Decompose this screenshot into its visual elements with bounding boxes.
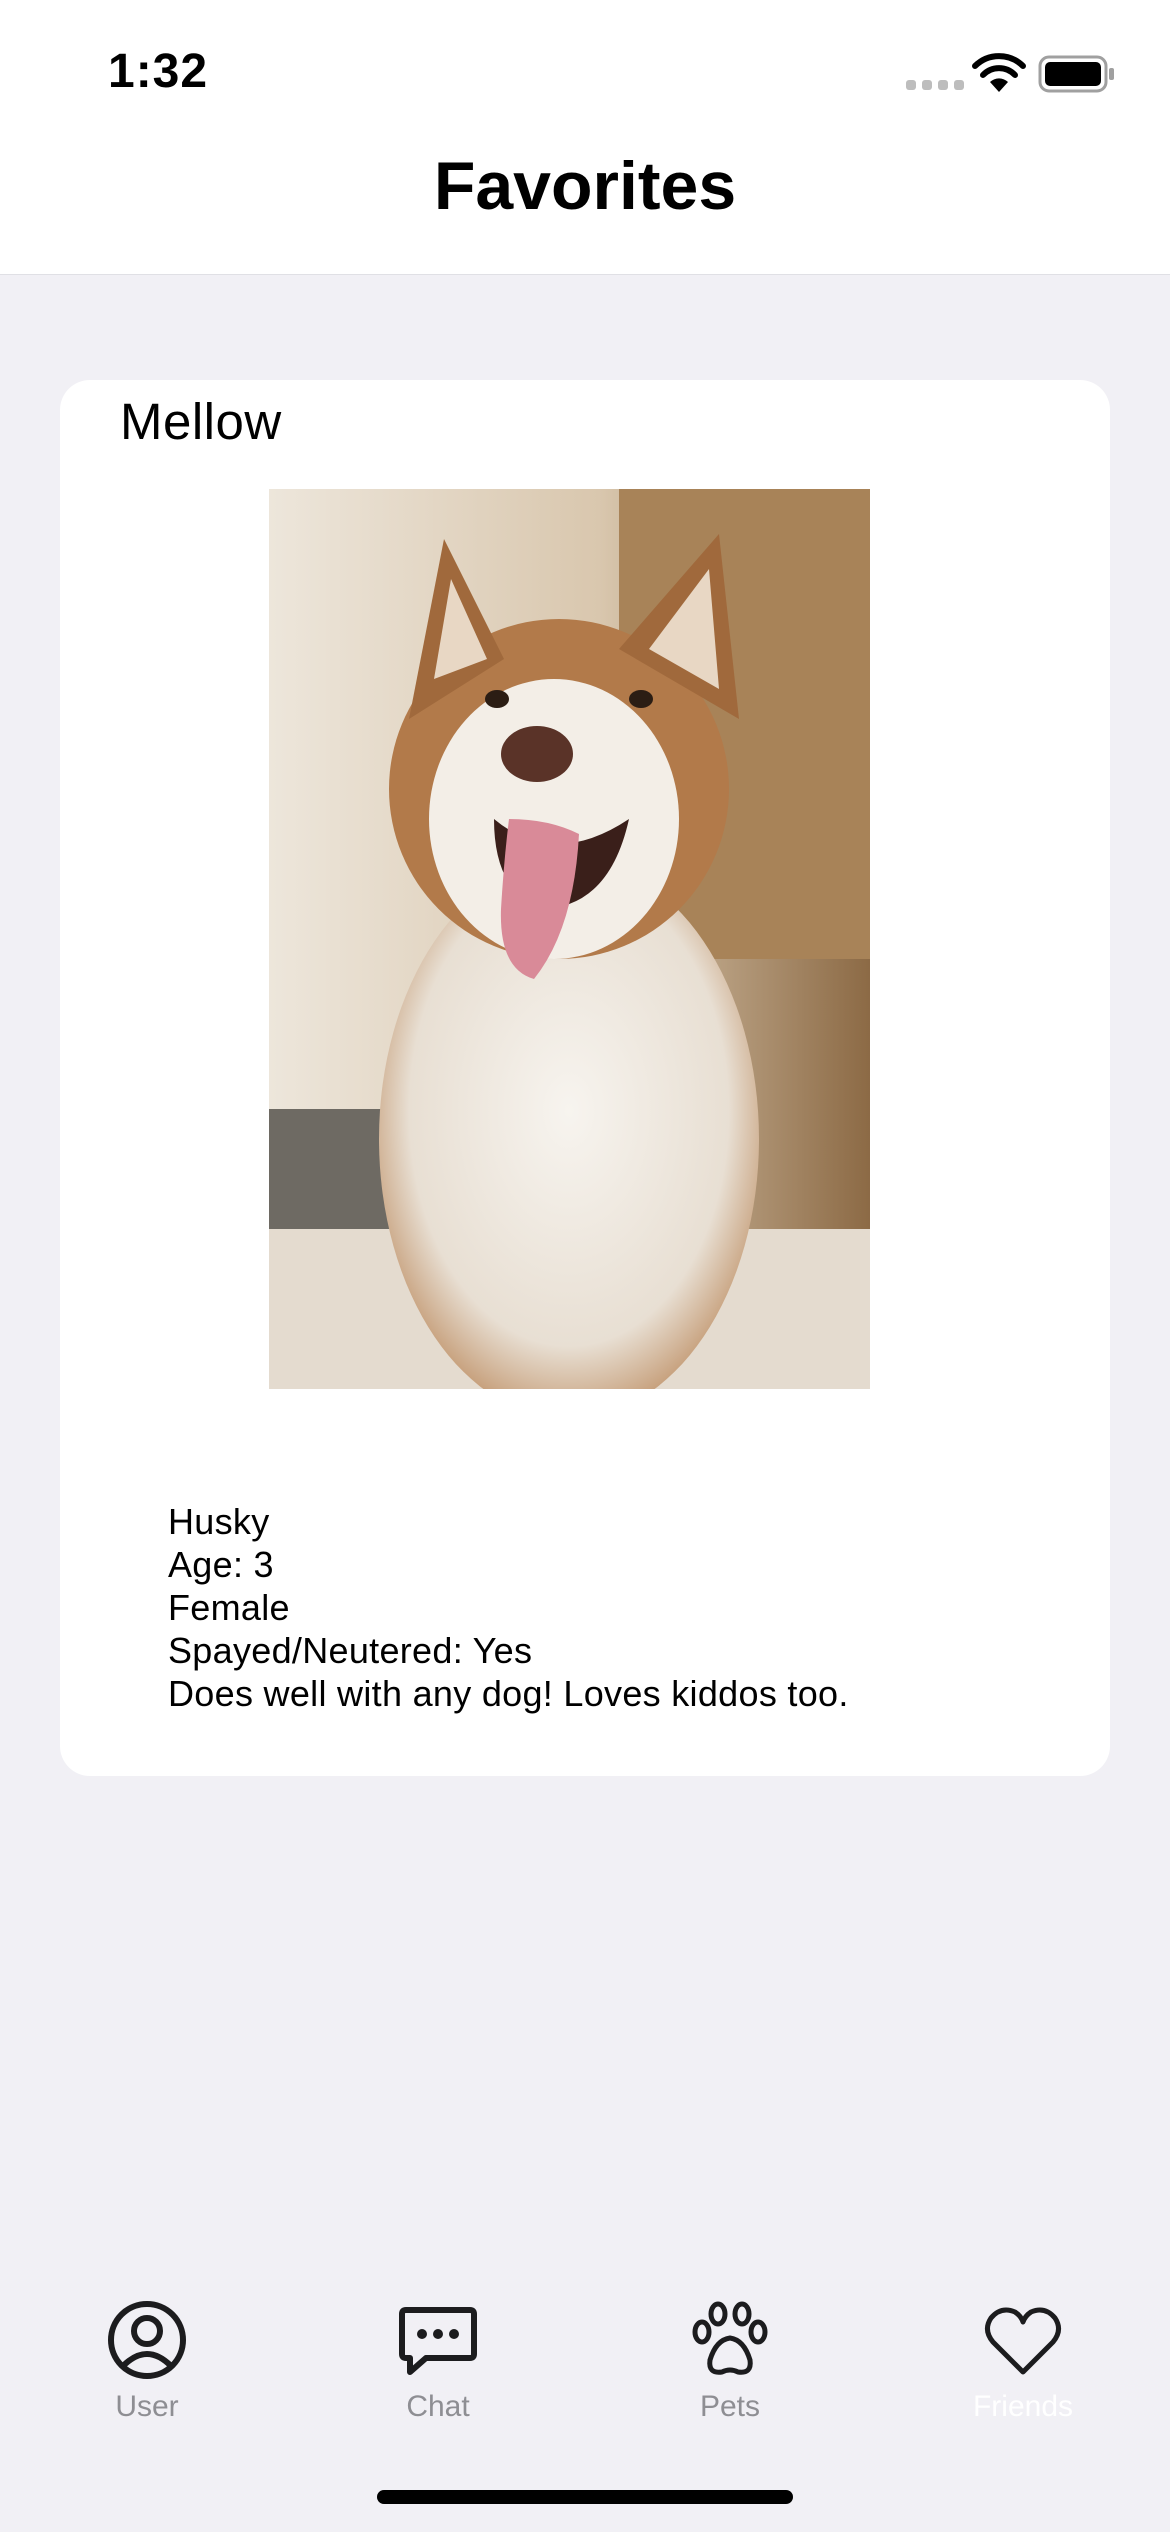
tab-label-chat: Chat — [406, 2390, 470, 2423]
tab-friends[interactable]: Friends — [923, 2270, 1123, 2440]
home-indicator — [377, 2490, 793, 2504]
pet-name: Mellow — [120, 393, 282, 450]
status-bar: 1:32 — [0, 0, 1170, 150]
pet-photo — [269, 489, 870, 1389]
chat-bubble-icon — [399, 2307, 477, 2375]
pet-details: Husky Age: 3 Female Spayed/Neutered: Yes… — [168, 1500, 849, 1715]
paw-icon — [692, 2301, 768, 2375]
navigation-bar: Favorites — [0, 150, 1170, 275]
tab-label-pets: Pets — [699, 2390, 761, 2423]
tab-label-user: User — [115, 2390, 179, 2423]
heart-icon — [985, 2307, 1061, 2375]
status-time: 1:32 — [108, 45, 209, 98]
signal-icon — [906, 80, 964, 90]
pet-age: Age: 3 — [168, 1544, 274, 1585]
tab-pets[interactable]: Pets — [630, 2270, 830, 2440]
tab-chat[interactable]: Chat — [338, 2270, 538, 2440]
pet-card[interactable]: Mellow Husky Age: 3 Female Spayed/Neuter… — [60, 380, 1110, 1776]
pet-spayed-neutered: Spayed/Neutered: Yes — [168, 1630, 533, 1671]
user-circle-icon — [108, 2301, 186, 2379]
wifi-icon — [972, 53, 1026, 92]
page-title: Favorites — [433, 148, 737, 224]
tab-label-friends: Friends — [972, 2390, 1074, 2423]
tab-user[interactable]: User — [47, 2270, 247, 2440]
pet-sex: Female — [168, 1587, 290, 1628]
pet-description: Does well with any dog! Loves kiddos too… — [168, 1673, 849, 1714]
battery-icon — [1038, 55, 1114, 93]
pet-breed: Husky — [168, 1501, 270, 1542]
